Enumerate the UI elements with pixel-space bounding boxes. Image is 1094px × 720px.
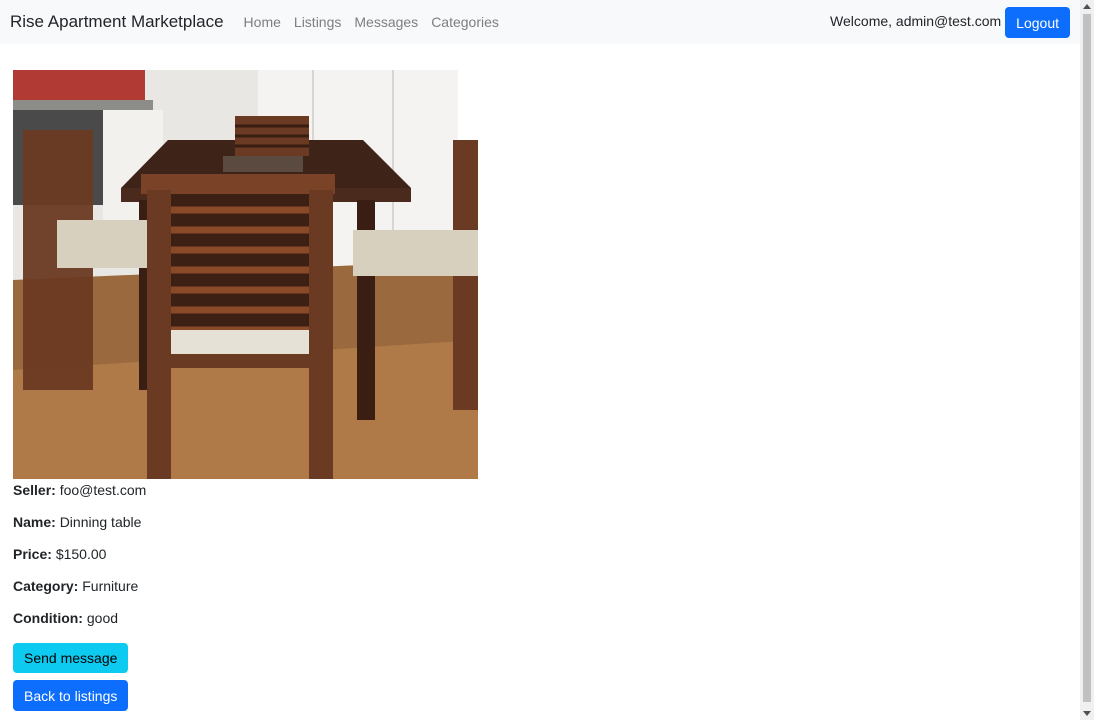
- logout-button[interactable]: Logout: [1005, 7, 1070, 38]
- seller-value: foo@test.com: [59, 482, 147, 498]
- price-value: $150.00: [55, 546, 107, 562]
- condition-value: good: [86, 610, 119, 626]
- category-row: Category: Furniture: [13, 579, 478, 593]
- nav-user-area: Welcome, admin@test.com Logout: [830, 7, 1070, 38]
- condition-row: Condition: good: [13, 611, 478, 625]
- price-label: Price:: [13, 546, 52, 562]
- scroll-down-icon[interactable]: [1083, 711, 1091, 716]
- nav-link-categories[interactable]: Categories: [431, 14, 499, 30]
- seller-label: Seller:: [13, 482, 56, 498]
- nav-link-listings[interactable]: Listings: [294, 14, 341, 30]
- nav-links: Home Listings Messages Categories: [244, 14, 512, 30]
- listing-details: Seller: foo@test.com Name: Dinning table…: [13, 483, 478, 625]
- listing-image: [13, 70, 478, 479]
- name-label: Name:: [13, 514, 56, 530]
- listing-actions: Send message Back to listings: [13, 643, 478, 711]
- scroll-up-icon[interactable]: [1083, 4, 1091, 9]
- welcome-text: Welcome, admin@test.com: [830, 12, 1002, 29]
- back-to-listings-button[interactable]: Back to listings: [13, 680, 129, 711]
- navbar: Rise Apartment Marketplace Home Listings…: [0, 0, 1080, 44]
- seller-row: Seller: foo@test.com: [13, 483, 478, 497]
- send-message-button[interactable]: Send message: [13, 643, 129, 673]
- category-value: Furniture: [82, 578, 139, 594]
- vertical-scrollbar[interactable]: [1080, 0, 1094, 720]
- nav-link-messages[interactable]: Messages: [354, 14, 418, 30]
- listing-detail: Seller: foo@test.com Name: Dinning table…: [13, 70, 478, 711]
- scroll-thumb[interactable]: [1083, 14, 1091, 702]
- brand-link[interactable]: Rise Apartment Marketplace: [10, 12, 224, 32]
- condition-label: Condition:: [13, 610, 83, 626]
- category-label: Category:: [13, 578, 79, 594]
- nav-link-home[interactable]: Home: [244, 14, 281, 30]
- name-row: Name: Dinning table: [13, 515, 478, 529]
- name-value: Dinning table: [59, 514, 142, 530]
- price-row: Price: $150.00: [13, 547, 478, 561]
